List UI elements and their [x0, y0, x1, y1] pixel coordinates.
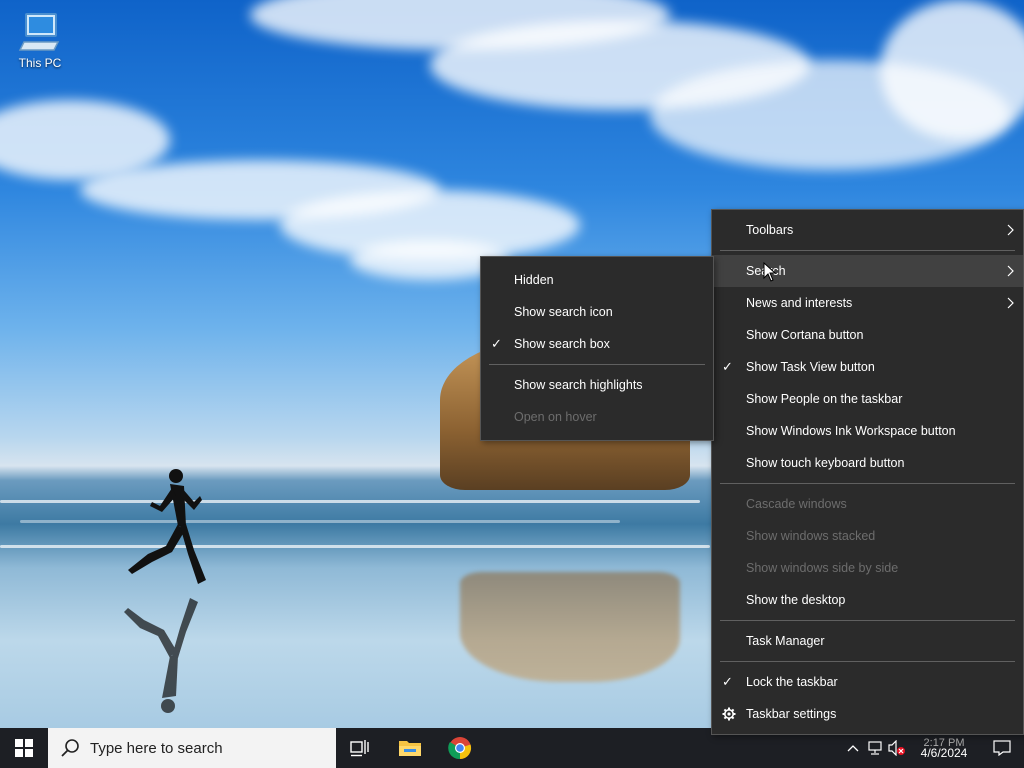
menu-separator: [720, 483, 1015, 484]
menu-item-show-windows-stacked: Show windows stacked: [712, 520, 1023, 552]
menu-separator: [720, 661, 1015, 662]
chrome-icon: [448, 737, 472, 760]
menu-separator: [720, 250, 1015, 251]
search-icon: [61, 739, 79, 757]
chevron-right-icon: [1007, 287, 1015, 319]
menu-item-label: News and interests: [746, 296, 853, 310]
menu-item-show-windows-ink[interactable]: Show Windows Ink Workspace button: [712, 415, 1023, 447]
menu-item-label: Show windows side by side: [746, 561, 899, 575]
mouse-cursor-icon: [763, 262, 777, 282]
checkmark-icon: ✓: [722, 674, 733, 689]
menu-item-label: Cascade windows: [746, 497, 847, 511]
menu-item-label: Show search highlights: [514, 378, 643, 392]
notifications-icon: [993, 740, 1011, 756]
menu-separator: [489, 364, 705, 365]
gear-icon: [722, 698, 736, 730]
menu-item-label: Show Cortana button: [746, 328, 864, 342]
menu-item-task-manager[interactable]: Task Manager: [712, 625, 1023, 657]
menu-item-label: Show People on the taskbar: [746, 392, 903, 406]
menu-item-show-the-desktop[interactable]: Show the desktop: [712, 584, 1023, 616]
menu-item-label: Task Manager: [746, 634, 825, 648]
desktop-icon-this-pc[interactable]: This PC: [14, 10, 66, 70]
menu-item-taskbar-settings[interactable]: Taskbar settings: [712, 698, 1023, 730]
menu-item-toolbars[interactable]: Toolbars: [712, 214, 1023, 246]
menu-item-label: Hidden: [514, 273, 554, 287]
menu-item-label: Show touch keyboard button: [746, 456, 905, 470]
submenu-item-hidden[interactable]: Hidden: [481, 264, 713, 296]
menu-item-cascade-windows: Cascade windows: [712, 488, 1023, 520]
chevron-up-icon: [847, 745, 859, 752]
computer-icon: [18, 13, 60, 51]
task-view-button[interactable]: [340, 728, 380, 768]
checkmark-icon: ✓: [491, 336, 502, 351]
task-view-icon: [350, 740, 369, 757]
submenu-item-show-search-box[interactable]: ✓ Show search box: [481, 328, 713, 360]
menu-item-label: Open on hover: [514, 410, 597, 424]
menu-separator: [720, 620, 1015, 621]
menu-item-show-windows-side-by-side: Show windows side by side: [712, 552, 1023, 584]
menu-item-label: Lock the taskbar: [746, 675, 838, 689]
menu-item-label: Show the desktop: [746, 593, 846, 607]
network-icon: [868, 741, 882, 755]
menu-item-label: Show Task View button: [746, 360, 875, 374]
start-button[interactable]: [0, 728, 48, 768]
chevron-right-icon: [1007, 255, 1015, 287]
menu-item-show-touch-keyboard[interactable]: Show touch keyboard button: [712, 447, 1023, 479]
submenu-item-open-on-hover: Open on hover: [481, 401, 713, 433]
clock-time: 2:17 PM: [923, 737, 965, 746]
chevron-right-icon: [1007, 214, 1015, 246]
submenu-item-show-search-icon[interactable]: Show search icon: [481, 296, 713, 328]
menu-item-label: Toolbars: [746, 223, 794, 237]
menu-item-show-cortana-button[interactable]: Show Cortana button: [712, 319, 1023, 351]
volume-muted-icon: [888, 740, 905, 756]
menu-item-show-people[interactable]: Show People on the taskbar: [712, 383, 1023, 415]
windows-logo-icon: [15, 739, 33, 757]
search-submenu: Hidden Show search icon ✓ Show search bo…: [480, 256, 714, 441]
menu-item-label: Taskbar settings: [746, 707, 837, 721]
clock-date: 4/6/2024: [920, 746, 968, 760]
menu-item-label: Show windows stacked: [746, 529, 876, 543]
desktop-icon-label: This PC: [18, 56, 62, 70]
menu-item-search[interactable]: Search: [712, 255, 1023, 287]
chrome-button[interactable]: [440, 728, 480, 768]
search-input[interactable]: [88, 738, 322, 758]
taskbar-search-box[interactable]: [48, 728, 336, 768]
menu-item-news-and-interests[interactable]: News and interests: [712, 287, 1023, 319]
menu-item-label: Show search icon: [514, 305, 613, 319]
submenu-item-show-search-highlights[interactable]: Show search highlights: [481, 369, 713, 401]
menu-item-lock-the-taskbar[interactable]: ✓ Lock the taskbar: [712, 666, 1023, 698]
menu-item-label: Show Windows Ink Workspace button: [746, 424, 956, 438]
menu-item-label: Show search box: [514, 337, 610, 351]
file-explorer-button[interactable]: [390, 728, 430, 768]
folder-icon: [399, 741, 421, 756]
taskbar-context-menu: Toolbars Search News and interests Show …: [711, 209, 1024, 735]
checkmark-icon: ✓: [722, 359, 733, 374]
menu-item-show-task-view-button[interactable]: ✓ Show Task View button: [712, 351, 1023, 383]
clock[interactable]: 2:17 PM 4/6/2024: [908, 736, 980, 760]
runner-silhouette: [124, 469, 206, 713]
